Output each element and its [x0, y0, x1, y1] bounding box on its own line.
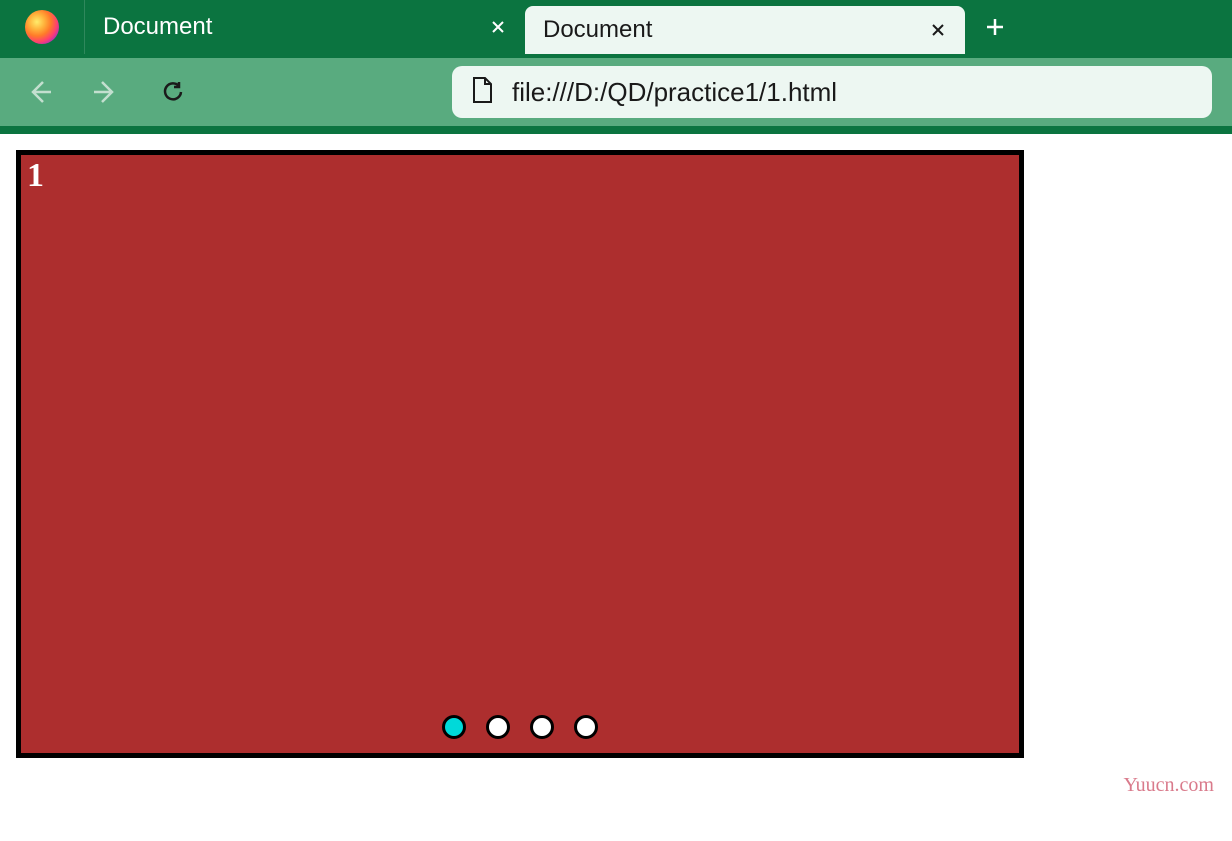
file-icon: [470, 76, 494, 109]
tab-0[interactable]: Document: [85, 0, 525, 54]
tab-1[interactable]: Document: [525, 6, 965, 54]
tab-title: Document: [543, 16, 652, 44]
firefox-icon[interactable]: [25, 10, 59, 44]
slide-number: 1: [27, 157, 44, 195]
carousel-dot-2[interactable]: [530, 715, 554, 739]
forward-button[interactable]: [87, 72, 124, 112]
carousel-dot-3[interactable]: [574, 715, 598, 739]
carousel-dot-1[interactable]: [486, 715, 510, 739]
new-tab-button[interactable]: [965, 0, 1025, 54]
address-bar[interactable]: file:///D:/QD/practice1/1.html: [452, 66, 1212, 118]
tab-bar: Document Document: [0, 0, 1232, 54]
firefox-logo-section: [0, 0, 85, 54]
watermark: Yuucn.com: [1123, 774, 1214, 797]
carousel: 1: [16, 150, 1024, 758]
carousel-dots: [442, 715, 598, 739]
carousel-dot-0[interactable]: [442, 715, 466, 739]
refresh-button[interactable]: [155, 72, 192, 112]
close-icon[interactable]: [489, 18, 507, 36]
back-button[interactable]: [20, 72, 57, 112]
tab-title: Document: [103, 13, 212, 41]
close-icon[interactable]: [929, 21, 947, 39]
url-text: file:///D:/QD/practice1/1.html: [512, 77, 1194, 108]
toolbar: file:///D:/QD/practice1/1.html: [0, 54, 1232, 134]
page-content: 1: [0, 134, 1232, 774]
